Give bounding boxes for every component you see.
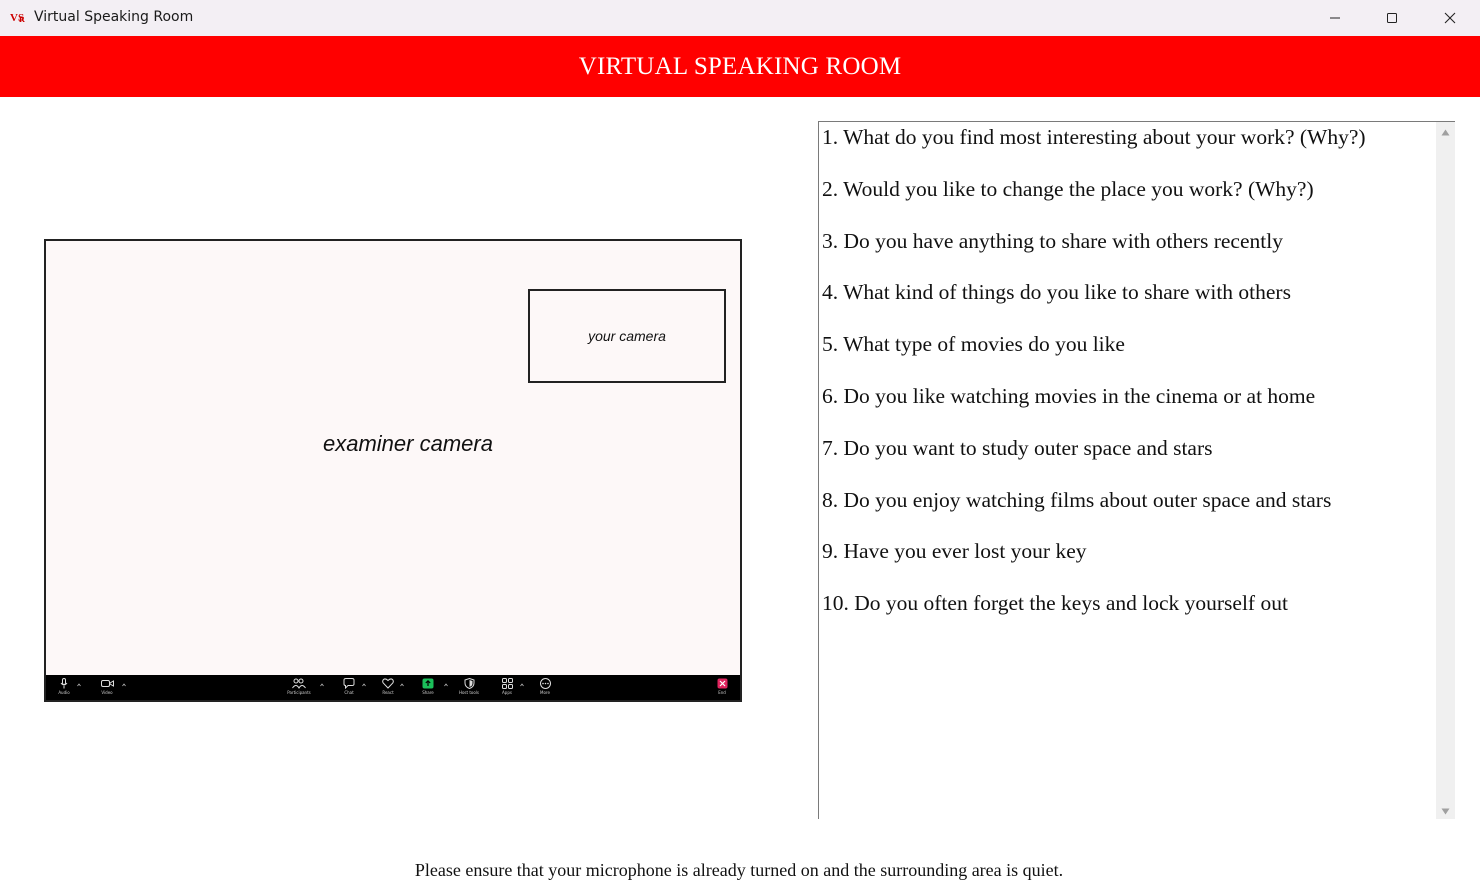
participants-button[interactable]: Participants bbox=[286, 678, 312, 698]
end-call-icon bbox=[717, 678, 727, 689]
audio-label: Audio bbox=[58, 690, 70, 695]
more-options-icon bbox=[539, 678, 551, 689]
chevron-up-icon[interactable] bbox=[362, 683, 366, 687]
chevron-up-icon[interactable] bbox=[122, 683, 126, 687]
meeting-window: your camera examiner camera Audio Video … bbox=[44, 239, 742, 702]
host-tools-button[interactable]: Host tools bbox=[456, 678, 482, 698]
chevron-up-icon[interactable] bbox=[444, 683, 448, 687]
question-item[interactable]: 6. Do you like watching movies in the ci… bbox=[822, 381, 1434, 433]
audio-button[interactable]: Audio bbox=[51, 678, 77, 698]
chat-label: Chat bbox=[344, 690, 354, 695]
shield-icon bbox=[464, 678, 474, 689]
microphone-icon bbox=[60, 678, 68, 689]
scroll-up-arrow-icon[interactable] bbox=[1441, 129, 1450, 136]
minimize-icon bbox=[1330, 17, 1340, 19]
app-logo-icon: VS R bbox=[10, 12, 25, 24]
question-item[interactable]: 8. Do you enjoy watching films about out… bbox=[822, 485, 1434, 537]
maximize-button[interactable] bbox=[1363, 0, 1421, 36]
chevron-up-icon[interactable] bbox=[77, 683, 81, 687]
chevron-up-icon[interactable] bbox=[320, 683, 324, 687]
chat-icon bbox=[343, 678, 355, 689]
close-icon bbox=[1444, 12, 1456, 24]
question-item[interactable]: 1. What do you find most interesting abo… bbox=[822, 122, 1434, 174]
svg-text:R: R bbox=[19, 15, 25, 24]
participants-label: Participants bbox=[287, 690, 311, 695]
apps-icon bbox=[501, 678, 513, 689]
close-button[interactable] bbox=[1421, 0, 1479, 36]
maximize-icon bbox=[1387, 13, 1397, 23]
scroll-down-arrow-icon[interactable] bbox=[1441, 808, 1450, 815]
heart-icon bbox=[382, 678, 394, 689]
chevron-up-icon[interactable] bbox=[520, 683, 524, 687]
share-button[interactable]: Share bbox=[415, 678, 441, 698]
meeting-toolbar: Audio Video Participants Chat React Shar… bbox=[46, 675, 740, 700]
question-item[interactable]: 5. What type of movies do you like bbox=[822, 329, 1434, 381]
chevron-up-icon[interactable] bbox=[400, 683, 404, 687]
window-title: Virtual Speaking Room bbox=[34, 9, 194, 25]
share-screen-icon bbox=[422, 678, 434, 689]
more-button[interactable]: More bbox=[532, 678, 558, 698]
self-camera-label: your camera bbox=[588, 328, 666, 344]
page-title: VIRTUAL SPEAKING ROOM bbox=[578, 52, 902, 80]
minimize-button[interactable] bbox=[1306, 0, 1364, 36]
window-titlebar: VS R Virtual Speaking Room bbox=[0, 0, 1480, 36]
question-item[interactable]: 4. What kind of things do you like to sh… bbox=[822, 277, 1434, 329]
share-label: Share bbox=[422, 690, 434, 695]
react-label: React bbox=[382, 690, 394, 695]
self-camera-view: your camera bbox=[528, 289, 726, 383]
questions-list: 1. What do you find most interesting abo… bbox=[822, 122, 1434, 640]
question-item[interactable]: 7. Do you want to study outer space and … bbox=[822, 433, 1434, 485]
chat-button[interactable]: Chat bbox=[336, 678, 362, 698]
question-item[interactable]: 2. Would you like to change the place yo… bbox=[822, 174, 1434, 226]
video-button[interactable]: Video bbox=[94, 678, 120, 698]
question-item[interactable]: 10. Do you often forget the keys and loc… bbox=[822, 588, 1434, 640]
more-label: More bbox=[540, 690, 550, 695]
apps-button[interactable]: Apps bbox=[494, 678, 520, 698]
vertical-scrollbar[interactable] bbox=[1436, 122, 1455, 819]
header-banner: VIRTUAL SPEAKING ROOM bbox=[0, 36, 1480, 97]
end-meeting-button[interactable]: End bbox=[709, 678, 735, 698]
examiner-camera-label: examiner camera bbox=[323, 431, 493, 456]
host-tools-label: Host tools bbox=[458, 690, 480, 695]
video-label: Video bbox=[101, 690, 113, 695]
participants-icon bbox=[292, 678, 306, 689]
react-button[interactable]: React bbox=[375, 678, 401, 698]
end-label: End bbox=[718, 690, 726, 695]
questions-listbox[interactable]: 1. What do you find most interesting abo… bbox=[818, 121, 1455, 819]
video-camera-icon bbox=[100, 680, 114, 687]
question-item[interactable]: 9. Have you ever lost your key bbox=[822, 536, 1434, 588]
microphone-notice: Please ensure that your microphone is al… bbox=[414, 860, 1064, 880]
apps-label: Apps bbox=[502, 690, 512, 695]
question-item[interactable]: 3. Do you have anything to share with ot… bbox=[822, 226, 1434, 278]
